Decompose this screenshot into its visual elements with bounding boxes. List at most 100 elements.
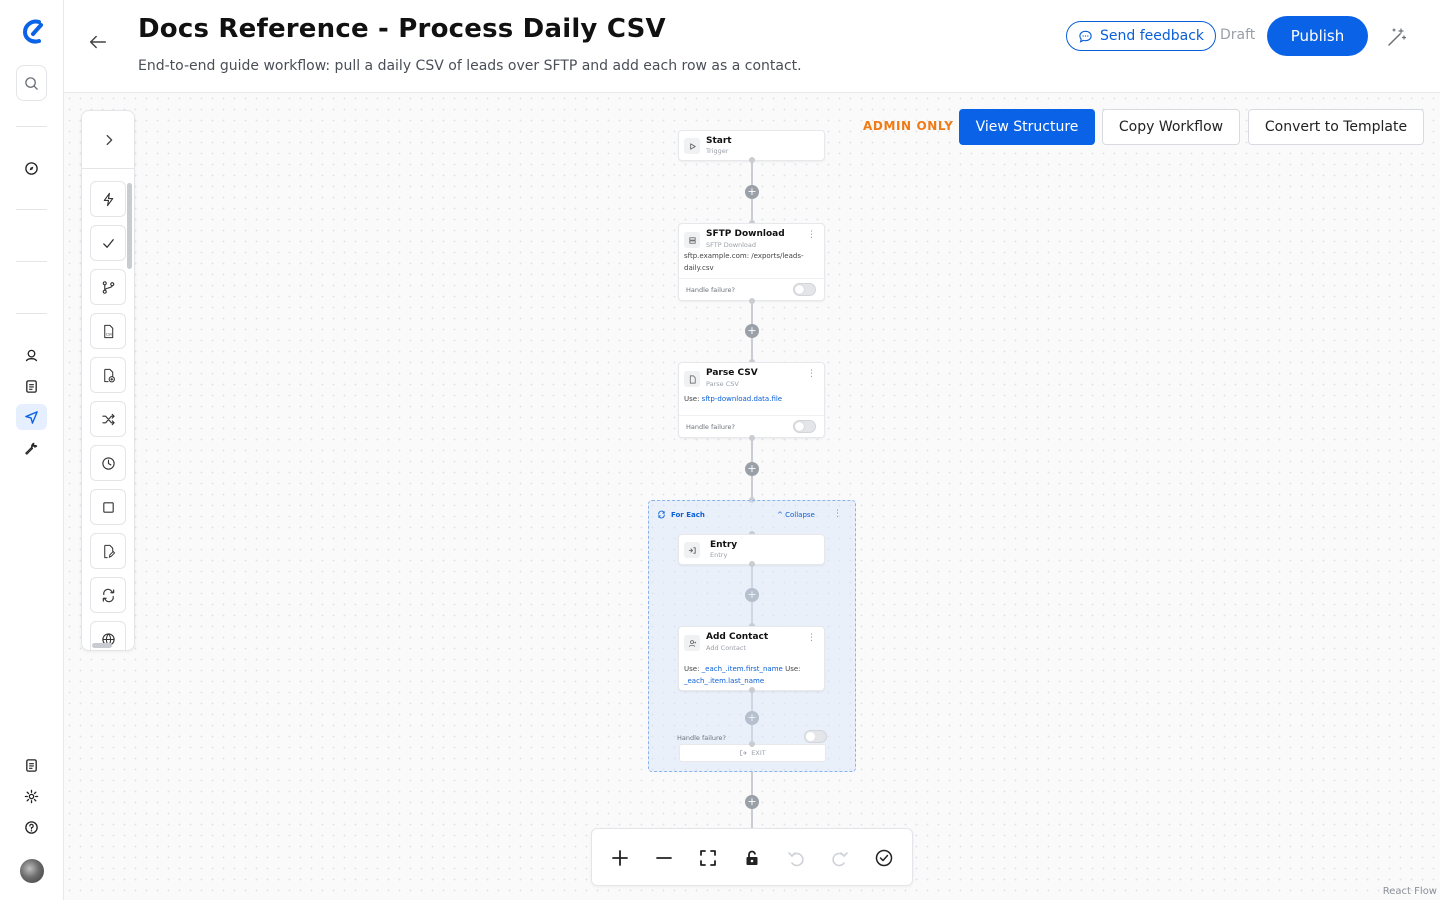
sftp-path: sftp.example.com: /exports/leads-daily.c… (684, 252, 804, 272)
settings-gear-icon[interactable] (16, 783, 47, 809)
palette-horizontal-scrollbar[interactable] (92, 643, 112, 648)
rail-divider (16, 209, 47, 210)
copy-workflow-button[interactable]: Copy Workflow (1102, 109, 1240, 145)
node-subtitle: Parse CSV (706, 380, 739, 388)
group-menu-icon[interactable]: ⋮ (833, 509, 842, 519)
rail-divider (16, 126, 47, 127)
palette-shuffle-icon[interactable] (90, 401, 126, 437)
view-structure-button[interactable]: View Structure (959, 109, 1095, 145)
page-subtitle: End-to-end guide workflow: pull a daily … (138, 58, 802, 74)
user-icon (684, 635, 700, 651)
node-title: Add Contact (706, 632, 769, 642)
node-menu-icon[interactable]: ⋮ (807, 369, 816, 379)
compass-icon[interactable] (16, 155, 47, 181)
send-feedback-button[interactable]: Send feedback (1066, 21, 1217, 51)
handle-failure-row: Handle failure? (679, 415, 824, 437)
rail-divider (16, 261, 47, 262)
exit-icon (740, 750, 747, 756)
node-subtitle: Add Contact (706, 644, 746, 652)
workflows-icon[interactable] (16, 404, 47, 430)
loop-icon (658, 510, 665, 519)
node-subtitle: Entry (710, 551, 728, 559)
contacts-icon[interactable] (16, 342, 47, 368)
palette-loop-icon[interactable] (90, 577, 126, 613)
contact-inputs: Use: _each_.item.first_name Use: _each_.… (684, 663, 822, 687)
exit-label: EXIT (751, 749, 766, 757)
documents-icon[interactable] (16, 373, 47, 399)
handle-failure-toggle[interactable] (793, 283, 816, 296)
lock-icon[interactable] (739, 845, 765, 871)
node-handle[interactable] (749, 561, 755, 567)
palette-clock-icon[interactable] (90, 445, 126, 481)
page-header: Docs Reference - Process Daily CSV End-t… (64, 0, 1440, 93)
collapse-label: Collapse (785, 511, 815, 519)
variable-reference[interactable]: sftp-download.data.file (702, 395, 782, 403)
palette-scrollbar[interactable] (127, 183, 132, 269)
validate-check-icon[interactable] (871, 845, 897, 871)
undo-icon[interactable] (783, 845, 809, 871)
group-title: For Each (671, 511, 705, 519)
parse-csv-node[interactable]: Parse CSV Parse CSV ⋮ Use: sftp-download… (678, 362, 825, 438)
node-menu-icon[interactable]: ⋮ (807, 230, 816, 240)
react-flow-attribution[interactable]: React Flow (1383, 886, 1437, 897)
back-arrow-icon[interactable] (86, 30, 110, 54)
collapse-button[interactable]: ^ Collapse (777, 511, 815, 519)
expand-palette-chevron-icon[interactable] (82, 111, 134, 169)
handle-failure-label: Handle failure? (686, 423, 735, 431)
node-handle[interactable] (749, 435, 755, 441)
sftp-download-node[interactable]: SFTP Download SFTP Download ⋮ sftp.examp… (678, 223, 825, 301)
rail-divider (16, 313, 47, 314)
palette-csv-file-icon[interactable]: CSV (90, 313, 126, 349)
use-label: Use: (785, 665, 801, 673)
node-subtitle: Trigger (706, 147, 729, 155)
publish-button[interactable]: Publish (1267, 16, 1368, 56)
server-icon (684, 232, 700, 248)
node-handle[interactable] (749, 741, 755, 747)
handle-failure-label: Handle failure? (677, 734, 726, 742)
node-palette: CSV (81, 110, 135, 651)
node-handle[interactable] (749, 298, 755, 304)
use-label: Use: (684, 665, 700, 673)
palette-file-edit-icon[interactable] (90, 533, 126, 569)
node-handle[interactable] (749, 687, 755, 693)
admin-only-label: ADMIN ONLY (863, 119, 954, 133)
add-contact-node[interactable]: Add Contact Add Contact ⋮ Use: _each_.it… (678, 626, 825, 691)
redo-icon[interactable] (827, 845, 853, 871)
palette-file-add-icon[interactable] (90, 357, 126, 393)
chat-bubble-icon (1079, 30, 1092, 43)
zoom-in-plus-icon[interactable] (607, 845, 633, 871)
help-icon[interactable] (16, 814, 47, 840)
app-logo-icon[interactable] (20, 18, 46, 46)
palette-branch-icon[interactable] (90, 269, 126, 305)
node-title: Parse CSV (706, 368, 758, 378)
page-title: Docs Reference - Process Daily CSV (138, 14, 666, 44)
search-icon[interactable] (16, 65, 47, 101)
palette-check-icon[interactable] (90, 225, 126, 261)
add-step-plus-icon[interactable]: + (745, 462, 759, 476)
enter-icon (684, 542, 700, 558)
palette-trigger-bolt-icon[interactable] (90, 181, 126, 217)
fit-view-icon[interactable] (695, 845, 721, 871)
variable-reference[interactable]: _each_.item.last_name (684, 677, 764, 685)
avatar[interactable] (20, 859, 44, 883)
zoom-out-minus-icon[interactable] (651, 845, 677, 871)
workflow-canvas[interactable]: CSV ADMIN ONLY View Structure Copy Workf… (64, 93, 1440, 900)
add-step-plus-icon[interactable]: + (745, 795, 759, 809)
handle-failure-toggle[interactable] (804, 730, 827, 743)
add-step-plus-icon[interactable]: + (745, 324, 759, 338)
convert-to-template-button[interactable]: Convert to Template (1248, 109, 1424, 145)
handle-failure-label: Handle failure? (686, 286, 735, 294)
parse-input: Use: sftp-download.data.file (684, 393, 782, 405)
node-subtitle: SFTP Download (706, 241, 757, 249)
status-badge: Draft (1220, 27, 1256, 43)
magic-wand-icon[interactable] (1386, 26, 1408, 48)
left-rail (0, 0, 64, 900)
handle-failure-toggle[interactable] (793, 420, 816, 433)
add-step-plus-icon[interactable]: + (745, 185, 759, 199)
node-handle[interactable] (749, 157, 755, 163)
node-menu-icon[interactable]: ⋮ (807, 633, 816, 643)
palette-square-icon[interactable] (90, 489, 126, 525)
wrench-icon[interactable] (16, 435, 47, 461)
changelog-icon[interactable] (16, 752, 47, 778)
variable-reference[interactable]: _each_.item.first_name (702, 665, 783, 673)
